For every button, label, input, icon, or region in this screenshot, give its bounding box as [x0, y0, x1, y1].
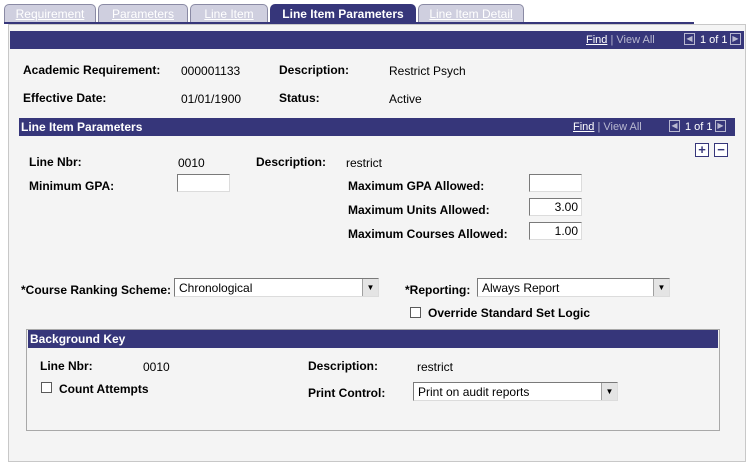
top-nav-counter: 1 of 1 [700, 34, 728, 46]
max-courses-input[interactable]: 1.00 [529, 222, 582, 240]
add-row-button[interactable]: + [695, 143, 709, 157]
max-courses-label: Maximum Courses Allowed: [348, 227, 508, 241]
reporting-label: *Reporting: [405, 283, 471, 297]
line-nbr-label: Line Nbr: [29, 155, 82, 169]
top-nav-separator: | [610, 34, 614, 46]
top-last-icon[interactable]: ▶ [730, 33, 741, 45]
tab-line-item-detail[interactable]: Line Item Detail [418, 4, 524, 23]
line-item-parameters-bar: Line Item Parameters Find | View All ◀ 1… [19, 118, 735, 136]
tab-requirement[interactable]: Requirement [4, 4, 96, 23]
description-label: Description: [279, 63, 350, 77]
background-key-title: Background Key [30, 332, 126, 346]
lip-nav-counter: 1 of 1 [685, 121, 713, 133]
max-gpa-input[interactable] [529, 174, 582, 192]
top-view-all-link[interactable]: View All [616, 34, 654, 46]
effective-date-value: 01/01/1900 [181, 92, 242, 106]
print-control-select[interactable]: Print on audit reports ▼ [413, 382, 618, 401]
bg-description-label: Description: [308, 359, 379, 373]
minimum-gpa-input[interactable] [177, 174, 230, 192]
lip-description-value: restrict [346, 156, 382, 170]
status-value: Active [389, 92, 422, 106]
description-value: Restrict Psych [389, 64, 466, 78]
line-item-parameters-title: Line Item Parameters [21, 120, 143, 134]
tab-parameters[interactable]: Parameters [98, 4, 188, 23]
override-standard-label: Override Standard Set Logic [428, 306, 591, 320]
chevron-down-icon[interactable]: ▼ [653, 279, 669, 296]
course-ranking-label: *Course Ranking Scheme: [21, 283, 172, 297]
max-units-label: Maximum Units Allowed: [348, 203, 490, 217]
effective-date-label: Effective Date: [23, 91, 107, 105]
lip-nav-links: Find | View All [573, 121, 642, 133]
print-control-label: Print Control: [308, 386, 386, 400]
bg-description-value: restrict [417, 360, 453, 374]
override-standard-checkbox[interactable] [410, 307, 421, 318]
status-label: Status: [279, 91, 320, 105]
lip-first-icon[interactable]: ◀ [669, 120, 680, 132]
bg-line-nbr-label: Line Nbr: [40, 359, 93, 373]
academic-requirement-label: Academic Requirement: [23, 63, 161, 77]
count-attempts-label: Count Attempts [59, 382, 149, 396]
lip-view-all-link[interactable]: View All [603, 121, 641, 133]
reporting-select[interactable]: Always Report ▼ [477, 278, 670, 297]
lip-find-link[interactable]: Find [573, 121, 594, 133]
minimum-gpa-label: Minimum GPA: [29, 179, 115, 193]
chevron-down-icon[interactable]: ▼ [362, 279, 378, 296]
remove-row-button[interactable]: − [714, 143, 728, 157]
top-nav-links: Find | View All [586, 34, 655, 46]
lip-description-label: Description: [256, 155, 327, 169]
lip-last-icon[interactable]: ▶ [715, 120, 726, 132]
top-find-link[interactable]: Find [586, 34, 607, 46]
print-control-value: Print on audit reports [418, 385, 530, 399]
tab-bar: Requirement Parameters Line Item Line It… [4, 4, 748, 24]
count-attempts-checkbox[interactable] [41, 382, 52, 393]
top-first-icon[interactable]: ◀ [684, 33, 695, 45]
chevron-down-icon[interactable]: ▼ [601, 383, 617, 400]
background-key-header: Background Key [28, 330, 718, 348]
max-units-input[interactable]: 3.00 [529, 198, 582, 216]
bg-line-nbr-value: 0010 [143, 360, 170, 374]
top-scroll-bar: Find | View All ◀ 1 of 1 ▶ [10, 31, 744, 49]
course-ranking-select[interactable]: Chronological ▼ [174, 278, 379, 297]
tab-line-item-parameters[interactable]: Line Item Parameters [270, 4, 416, 23]
line-nbr-value: 0010 [178, 156, 205, 170]
lip-nav-separator: | [597, 121, 601, 133]
reporting-value: Always Report [482, 281, 560, 295]
tab-line-item[interactable]: Line Item [190, 4, 268, 23]
max-gpa-label: Maximum GPA Allowed: [348, 179, 485, 193]
academic-requirement-value: 000001133 [181, 64, 241, 78]
course-ranking-value: Chronological [179, 281, 253, 295]
